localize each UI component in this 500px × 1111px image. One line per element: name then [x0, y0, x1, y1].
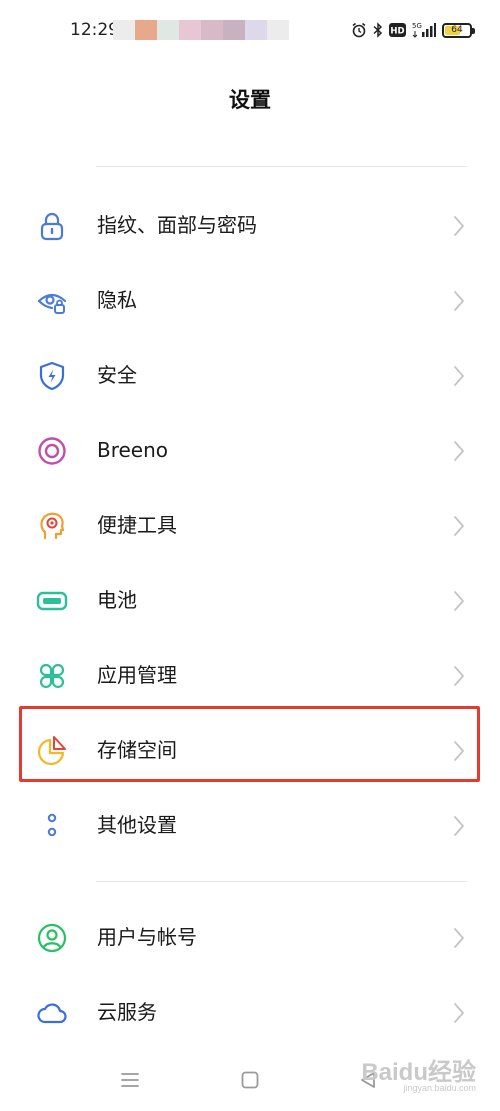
chevron-right-icon — [452, 514, 466, 538]
shield-icon — [36, 360, 68, 392]
more-dots-icon — [36, 810, 68, 842]
battery-level: 64 — [451, 24, 463, 35]
settings-item-fingerprint-face-password[interactable]: 指纹、面部与密码 — [0, 188, 500, 263]
head-tool-icon — [36, 510, 68, 542]
chevron-right-icon — [452, 589, 466, 613]
status-time: 12:29 — [70, 20, 119, 40]
settings-item-label: 云服务 — [97, 1000, 157, 1024]
breeno-icon — [36, 435, 68, 467]
bluetooth-icon — [373, 22, 383, 38]
chevron-right-icon — [452, 926, 466, 950]
chevron-right-icon — [452, 364, 466, 388]
settings-item-battery[interactable]: 电池 — [0, 563, 500, 638]
chevron-right-icon — [452, 289, 466, 313]
chevron-right-icon — [452, 439, 466, 463]
highlight-box — [19, 706, 480, 782]
settings-item-convenience-tools[interactable]: 便捷工具 — [0, 488, 500, 563]
chevron-right-icon — [452, 664, 466, 688]
status-bar: 12:29 HD 5G 64 — [0, 0, 500, 64]
apps-grid-icon — [36, 660, 68, 692]
home-square-icon — [241, 1071, 259, 1089]
signal-5g-icon: 5G — [412, 21, 436, 39]
settings-item-label: 其他设置 — [97, 813, 177, 837]
blurred-notification-icons — [113, 20, 289, 40]
hd-icon: HD — [389, 23, 406, 37]
settings-item-security[interactable]: 安全 — [0, 338, 500, 413]
settings-item-label: 隐私 — [97, 288, 137, 312]
lock-icon — [36, 210, 68, 242]
chevron-right-icon — [452, 1001, 466, 1025]
cloud-icon — [36, 997, 68, 1029]
chevron-right-icon — [452, 214, 466, 238]
settings-item-label: 用户与帐号 — [97, 925, 197, 949]
settings-item-cloud-service[interactable]: 云服务 — [0, 975, 500, 1050]
privacy-eye-icon — [36, 285, 68, 317]
top-divider — [96, 166, 467, 167]
settings-item-label: 便捷工具 — [97, 513, 177, 537]
settings-item-label: 指纹、面部与密码 — [97, 213, 257, 237]
settings-item-users-accounts[interactable]: 用户与帐号 — [0, 900, 500, 975]
user-icon — [36, 922, 68, 954]
battery-icon — [36, 585, 68, 617]
hd-badge-text: HD — [390, 27, 404, 37]
network-label: 5G — [412, 22, 422, 30]
settings-item-label: Breeno — [97, 438, 169, 462]
settings-item-breeno[interactable]: Breeno — [0, 413, 500, 488]
watermark-logo: Baidu经验 — [361, 1059, 476, 1086]
section-divider — [96, 881, 467, 882]
home-button[interactable] — [240, 1070, 260, 1094]
menu-button[interactable] — [120, 1070, 140, 1094]
settings-item-label: 应用管理 — [97, 663, 177, 687]
settings-item-other-settings[interactable]: 其他设置 — [0, 788, 500, 863]
settings-item-privacy[interactable]: 隐私 — [0, 263, 500, 338]
status-icons: HD 5G 64 — [351, 18, 475, 42]
menu-icon — [121, 1073, 139, 1087]
settings-item-label: 安全 — [97, 363, 137, 387]
settings-item-label: 电池 — [97, 588, 137, 612]
page-title: 设置 — [229, 88, 271, 112]
battery-tip — [472, 27, 475, 34]
chevron-right-icon — [452, 814, 466, 838]
alarm-icon — [351, 22, 367, 38]
settings-item-app-management[interactable]: 应用管理 — [0, 638, 500, 713]
watermark: Baidu经验 jingyan.baidu.com — [356, 1052, 476, 1093]
battery-indicator: 64 — [442, 22, 475, 38]
